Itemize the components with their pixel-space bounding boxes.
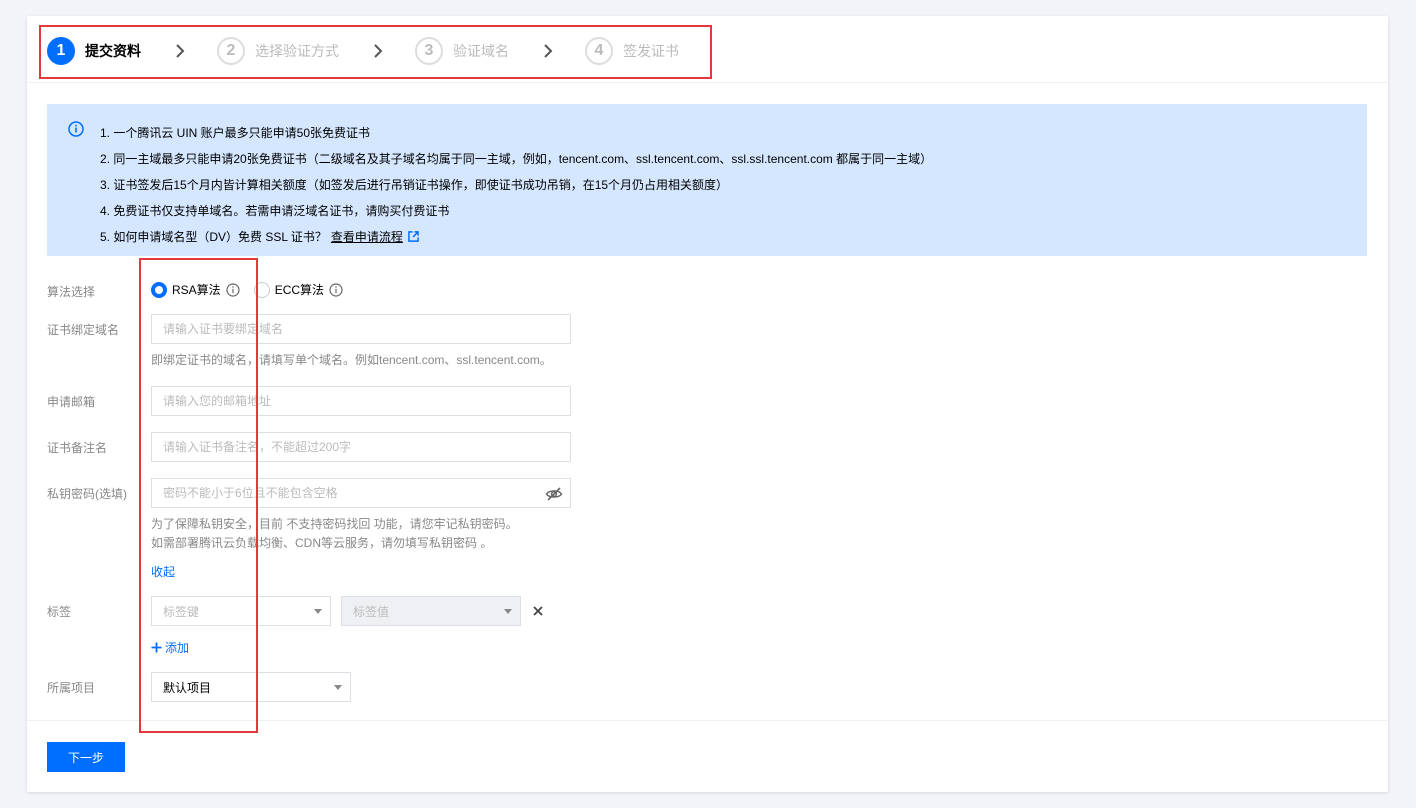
notice-item: 3. 证书签发后15个月内皆计算相关额度（如签发后进行吊销证书操作，即使证书成功… xyxy=(100,178,729,192)
caret-down-icon xyxy=(334,685,342,690)
info-icon[interactable] xyxy=(329,282,343,297)
tag-value-select[interactable]: 标签值 xyxy=(341,596,521,626)
highlight-box-steps xyxy=(39,25,712,79)
algorithm-label: 算法选择 xyxy=(47,285,96,299)
notice-item: 4. 免费证书仅支持单域名。若需申请泛域名证书，请购买付费证书 xyxy=(100,204,450,218)
eye-off-icon[interactable] xyxy=(545,485,563,503)
notice-item-5-text: 5. 如何申请域名型（DV）免费 SSL 证书？ xyxy=(100,230,327,244)
project-label: 所属项目 xyxy=(47,681,96,695)
email-label: 申请邮箱 xyxy=(47,395,96,409)
info-circle-icon xyxy=(68,121,84,137)
remark-label: 证书备注名 xyxy=(47,441,108,455)
notice-item: 1. 一个腾讯云 UIN 账户最多只能申请50张免费证书 xyxy=(100,126,371,140)
main-panel: 1 提交资料 2 选择验证方式 3 验证域名 4 签发证书 1. 一个腾讯云 U… xyxy=(27,16,1388,792)
view-process-link[interactable]: 查看申请流程 xyxy=(331,230,403,244)
tag-value-placeholder: 标签值 xyxy=(353,604,390,619)
notice-item: 2. 同一主域最多只能申请20张免费证书（二级域名及其子域名均属于同一主域，例如… xyxy=(100,152,933,166)
tags-label: 标签 xyxy=(47,605,72,619)
notice-banner: 1. 一个腾讯云 UIN 账户最多只能申请50张免费证书 2. 同一主域最多只能… xyxy=(47,104,1367,256)
step-bar: 1 提交资料 2 选择验证方式 3 验证域名 4 签发证书 xyxy=(27,16,1388,83)
notice-list: 1. 一个腾讯云 UIN 账户最多只能申请50张免费证书 2. 同一主域最多只能… xyxy=(100,120,932,250)
caret-down-icon xyxy=(314,609,322,614)
external-link-icon[interactable] xyxy=(408,231,419,242)
password-label: 私钥密码(选填) xyxy=(47,487,127,501)
close-icon[interactable] xyxy=(532,605,544,617)
next-step-button[interactable]: 下一步 xyxy=(47,742,125,772)
radio-ecc-label[interactable]: ECC算法 xyxy=(275,281,324,298)
radio-ecc[interactable]: ECC算法 xyxy=(253,281,343,298)
notice-item: 5. 如何申请域名型（DV）免费 SSL 证书？ 查看申请流程 xyxy=(100,224,932,250)
caret-down-icon xyxy=(504,609,512,614)
highlight-box-form xyxy=(139,258,258,733)
domain-label: 证书绑定域名 xyxy=(47,323,120,337)
